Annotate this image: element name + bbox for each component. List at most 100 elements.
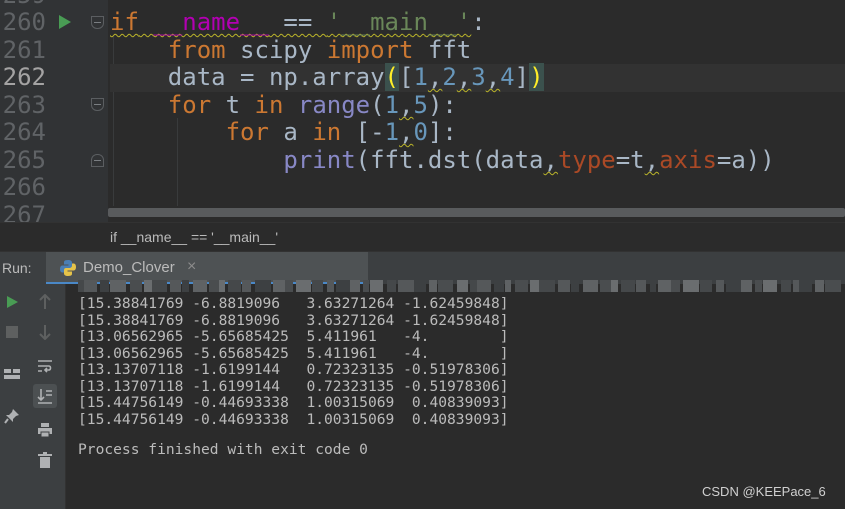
breadcrumb-item[interactable]: if __name__ == '__main__' <box>110 229 278 245</box>
fold-toggle-icon[interactable] <box>91 98 104 111</box>
line-number: 265 <box>2 146 46 174</box>
line-number: 260 <box>2 8 46 36</box>
redaction-block <box>658 280 671 292</box>
run-label: Run: <box>2 260 32 276</box>
redaction-block <box>683 280 699 292</box>
redaction-block <box>130 280 142 292</box>
redaction-block <box>636 280 646 292</box>
line-number: 267 <box>2 201 46 222</box>
redacted-command-line <box>66 276 845 296</box>
redaction-block <box>336 280 350 292</box>
redaction-block <box>296 280 311 292</box>
redaction-block <box>152 280 167 292</box>
redaction-block <box>530 280 539 292</box>
redaction-block <box>671 280 680 292</box>
redaction-block <box>600 280 611 292</box>
print-icon[interactable] <box>33 418 57 442</box>
code-line-265: print(fft.dst(data,type=t,axis=a)) <box>283 146 775 174</box>
redaction-block <box>170 280 181 292</box>
redaction-block <box>312 280 323 292</box>
redaction-block <box>273 280 285 292</box>
redaction-block <box>505 280 511 292</box>
redaction-block <box>825 280 841 292</box>
redaction-block <box>781 280 791 292</box>
redaction-block <box>438 280 453 292</box>
console-line: [13.13707118 -1.6199144 0.72323135 -0.51… <box>78 361 509 378</box>
redaction-block <box>219 280 225 292</box>
console-line: [15.44756149 -0.44693338 1.00315069 0.40… <box>78 394 509 411</box>
redaction-block <box>539 280 555 292</box>
close-icon[interactable]: × <box>187 258 196 276</box>
redaction-block <box>515 280 528 292</box>
trash-icon[interactable] <box>33 448 57 472</box>
scroll-to-end-icon[interactable] <box>33 384 57 408</box>
layout-icon[interactable] <box>0 362 24 386</box>
fold-toggle-icon[interactable] <box>91 154 104 167</box>
code-editor[interactable]: 259 260 261 262 263 264 265 266 267 if _… <box>0 0 845 222</box>
run-gutter-icon[interactable] <box>59 15 71 29</box>
console-line: [13.06562965 -5.65685425 5.411961 -4. ] <box>78 328 509 345</box>
line-number: 266 <box>2 173 46 201</box>
stop-icon[interactable] <box>0 320 24 344</box>
code-line-261: from scipy import fft <box>167 36 472 64</box>
code-line-263: for t in range(1,5): <box>167 91 457 119</box>
fold-toggle-icon[interactable] <box>91 16 104 29</box>
redaction-block <box>350 280 360 292</box>
code-line-264: for a in [-1,0]: <box>225 118 457 146</box>
redaction-block <box>370 280 383 292</box>
redaction-block <box>470 280 477 292</box>
console-line: [15.44756149 -0.44693338 1.00315069 0.40… <box>78 411 509 428</box>
redaction-block <box>398 280 414 292</box>
redaction-block <box>611 280 618 292</box>
editor-gutter: 259 260 261 262 263 264 265 266 267 <box>0 0 108 222</box>
redaction-block <box>100 280 109 292</box>
redaction-block <box>583 280 598 292</box>
redaction-block <box>815 280 824 292</box>
breadcrumb[interactable]: if __name__ == '__main__' <box>0 222 845 251</box>
redaction-block <box>255 280 271 292</box>
redaction-block <box>700 280 712 292</box>
scroll-down-icon[interactable] <box>33 320 57 344</box>
line-number-current: 262 <box>2 63 46 91</box>
code-line-260: if __name__ == '__main__': <box>110 8 486 36</box>
redaction-block <box>558 280 570 292</box>
redaction-block <box>414 280 426 292</box>
redaction-block <box>242 280 251 292</box>
redaction-block <box>726 280 741 292</box>
redaction-block <box>494 280 504 292</box>
redaction-block <box>571 280 579 292</box>
redaction-block <box>193 280 207 292</box>
redaction-block <box>429 280 437 292</box>
soft-wrap-icon[interactable] <box>33 354 57 378</box>
line-number: 264 <box>2 118 46 146</box>
redaction-block <box>144 280 152 292</box>
pin-icon[interactable] <box>0 404 24 428</box>
redaction-block <box>799 280 812 292</box>
python-file-icon <box>60 260 76 276</box>
watermark: CSDN @KEEPace_6 <box>702 484 826 499</box>
redaction-block <box>182 280 189 292</box>
redaction-block <box>621 280 635 292</box>
redaction-block <box>477 280 491 292</box>
redaction-block <box>327 280 334 292</box>
scroll-up-icon[interactable] <box>33 290 57 314</box>
redaction-block <box>716 280 724 292</box>
redaction-block <box>457 280 468 292</box>
redaction-block <box>387 280 396 292</box>
redaction-block <box>741 280 752 292</box>
redaction-block <box>228 280 241 292</box>
process-finished-message: Process finished with exit code 0 <box>78 441 368 458</box>
redaction-block <box>84 280 97 292</box>
rerun-icon[interactable] <box>0 290 24 314</box>
redaction-block <box>650 280 656 292</box>
redaction-block <box>763 280 777 292</box>
redaction-block <box>363 280 369 292</box>
run-toolbar <box>0 284 66 509</box>
console-line: [15.38841769 -6.8819096 3.63271264 -1.62… <box>78 295 509 312</box>
line-number: 263 <box>2 91 46 119</box>
redaction-block <box>110 280 126 292</box>
console-output[interactable]: [15.38841769 -6.8819096 3.63271264 -1.62… <box>66 284 845 509</box>
redaction-block <box>755 280 762 292</box>
redaction-block <box>285 280 293 292</box>
editor-scrollbar-thumb[interactable] <box>108 208 845 217</box>
